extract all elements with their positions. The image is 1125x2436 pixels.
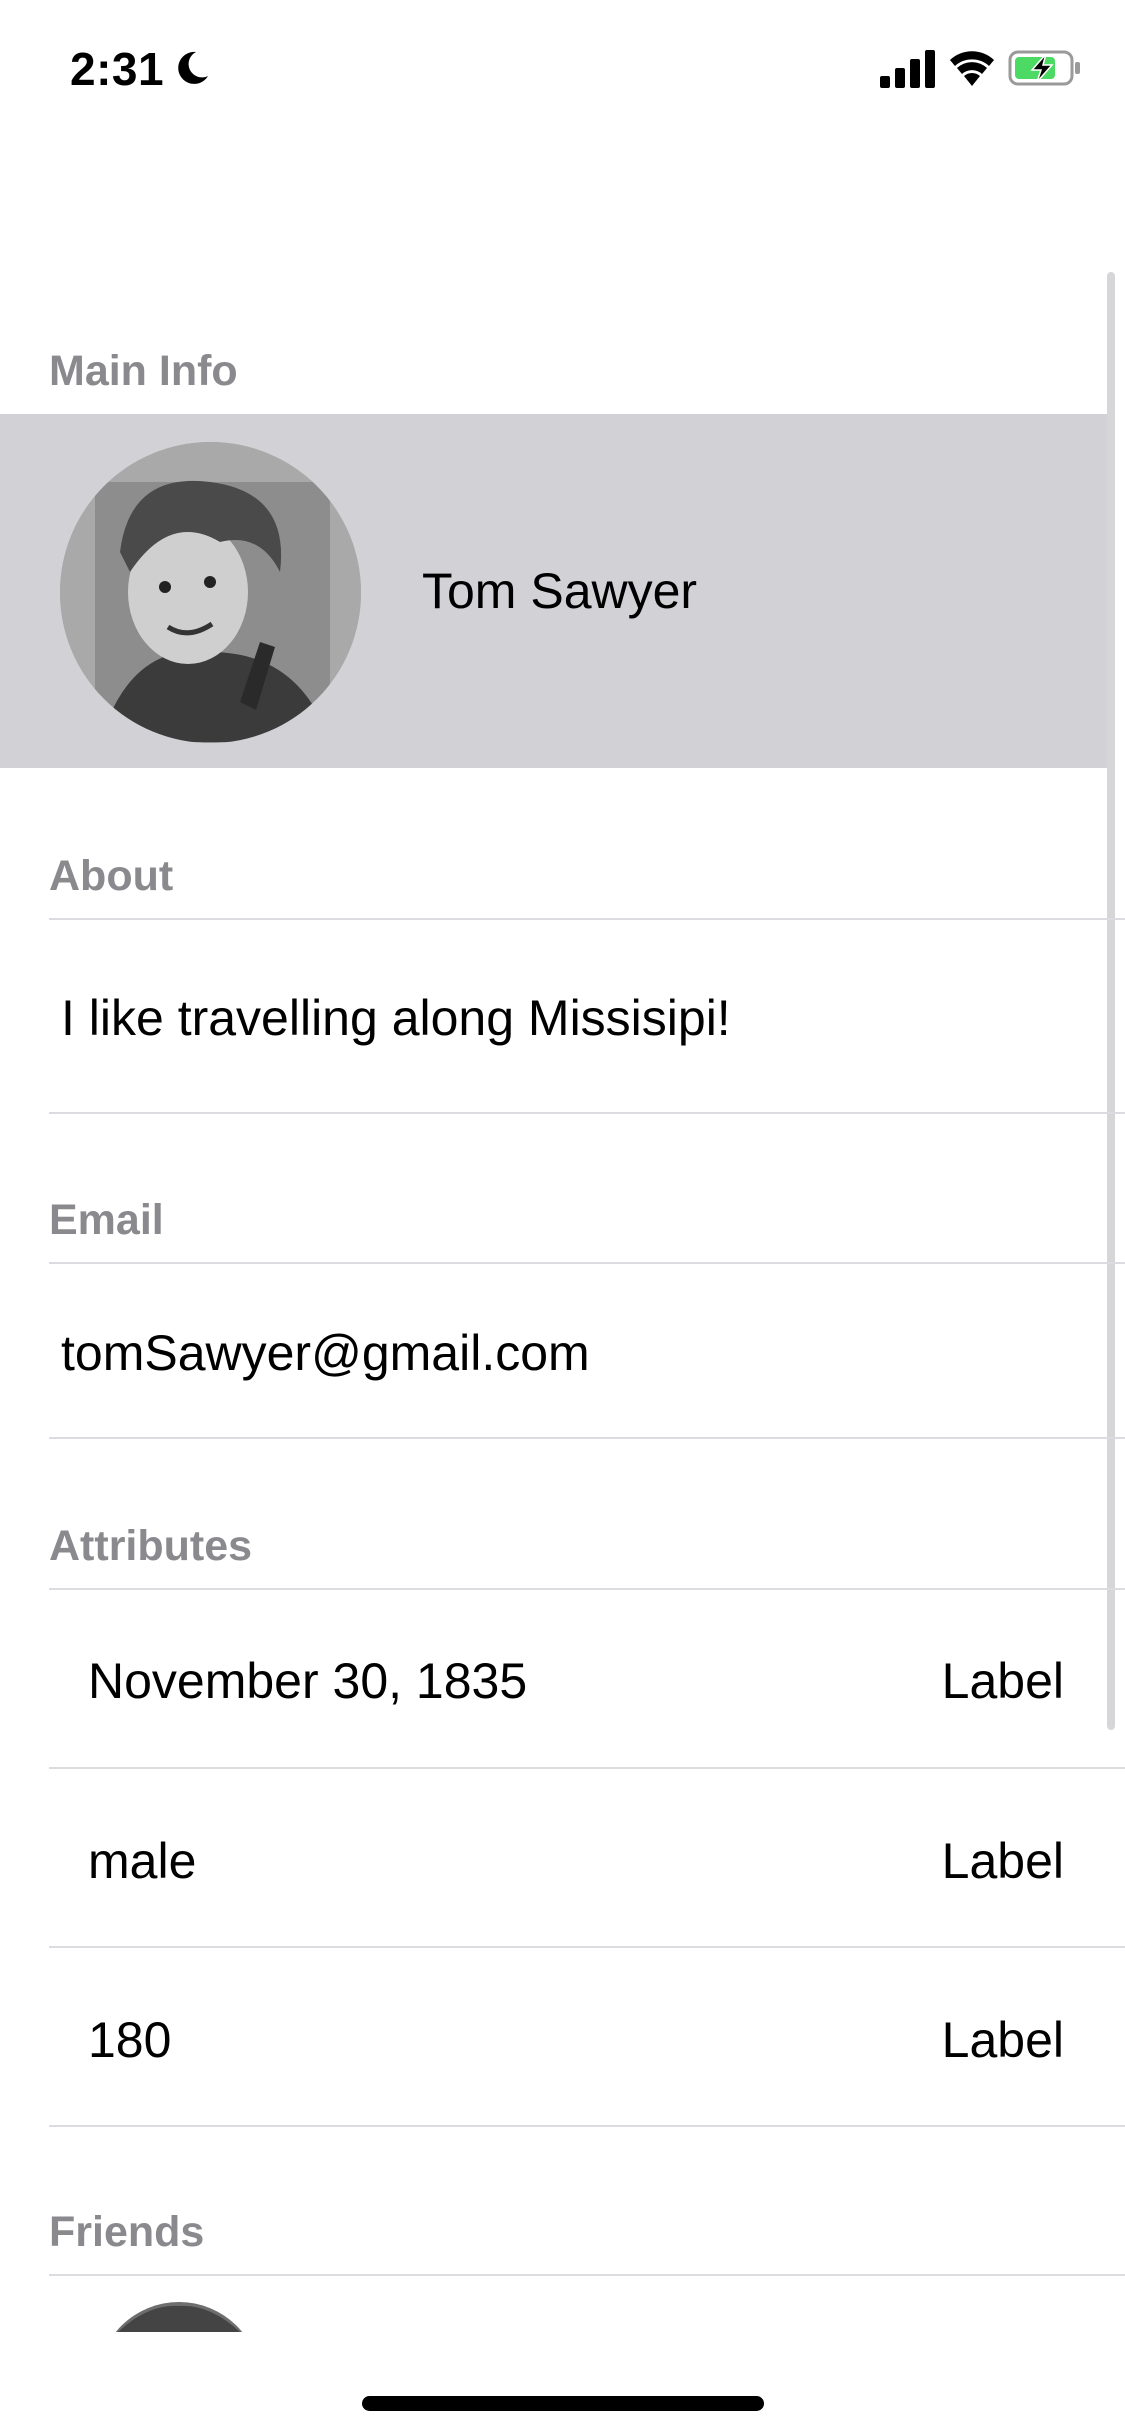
signal-icon [880, 50, 935, 88]
attribute-birthdate-label: Label [941, 1653, 1064, 1709]
moon-icon [178, 51, 208, 84]
separator [49, 1437, 1125, 1439]
attribute-height-label: Label [941, 2012, 1064, 2068]
profile-photo-icon [60, 442, 361, 743]
section-header-email: Email [49, 1196, 164, 1244]
section-header-friends: Friends [49, 2208, 205, 2256]
attribute-birthdate-value[interactable]: November 30, 1835 [88, 1652, 527, 1710]
wifi-icon [950, 51, 994, 86]
avatar [60, 442, 361, 743]
email-text[interactable]: tomSawyer@gmail.com [61, 1324, 590, 1382]
friend-avatar[interactable] [98, 2302, 260, 2332]
main-info-row[interactable]: Tom Sawyer [0, 414, 1107, 768]
separator [49, 1946, 1125, 1948]
separator [49, 2274, 1125, 2276]
battery-charging-icon [1008, 50, 1080, 86]
scroll-indicator[interactable] [1107, 272, 1115, 1730]
separator [49, 1767, 1125, 1769]
separator [49, 1588, 1125, 1590]
section-header-about: About [49, 852, 174, 900]
separator [49, 918, 1125, 920]
about-text[interactable]: I like travelling along Missisipi! [61, 989, 731, 1047]
home-indicator[interactable] [362, 2396, 764, 2411]
friend-photo-icon [115, 2302, 243, 2332]
attribute-gender-label: Label [941, 1833, 1064, 1889]
profile-name: Tom Sawyer [422, 563, 698, 619]
section-header-attributes: Attributes [49, 1522, 253, 1570]
attribute-gender-value[interactable]: male [88, 1832, 196, 1890]
separator [49, 1112, 1125, 1114]
status-time: 2:31 [70, 43, 165, 95]
attribute-height-value[interactable]: 180 [88, 2011, 171, 2069]
separator [49, 2125, 1125, 2127]
section-header-main-info: Main Info [49, 347, 238, 395]
separator [49, 1262, 1125, 1264]
status-bar: 2:31 [0, 0, 1125, 140]
